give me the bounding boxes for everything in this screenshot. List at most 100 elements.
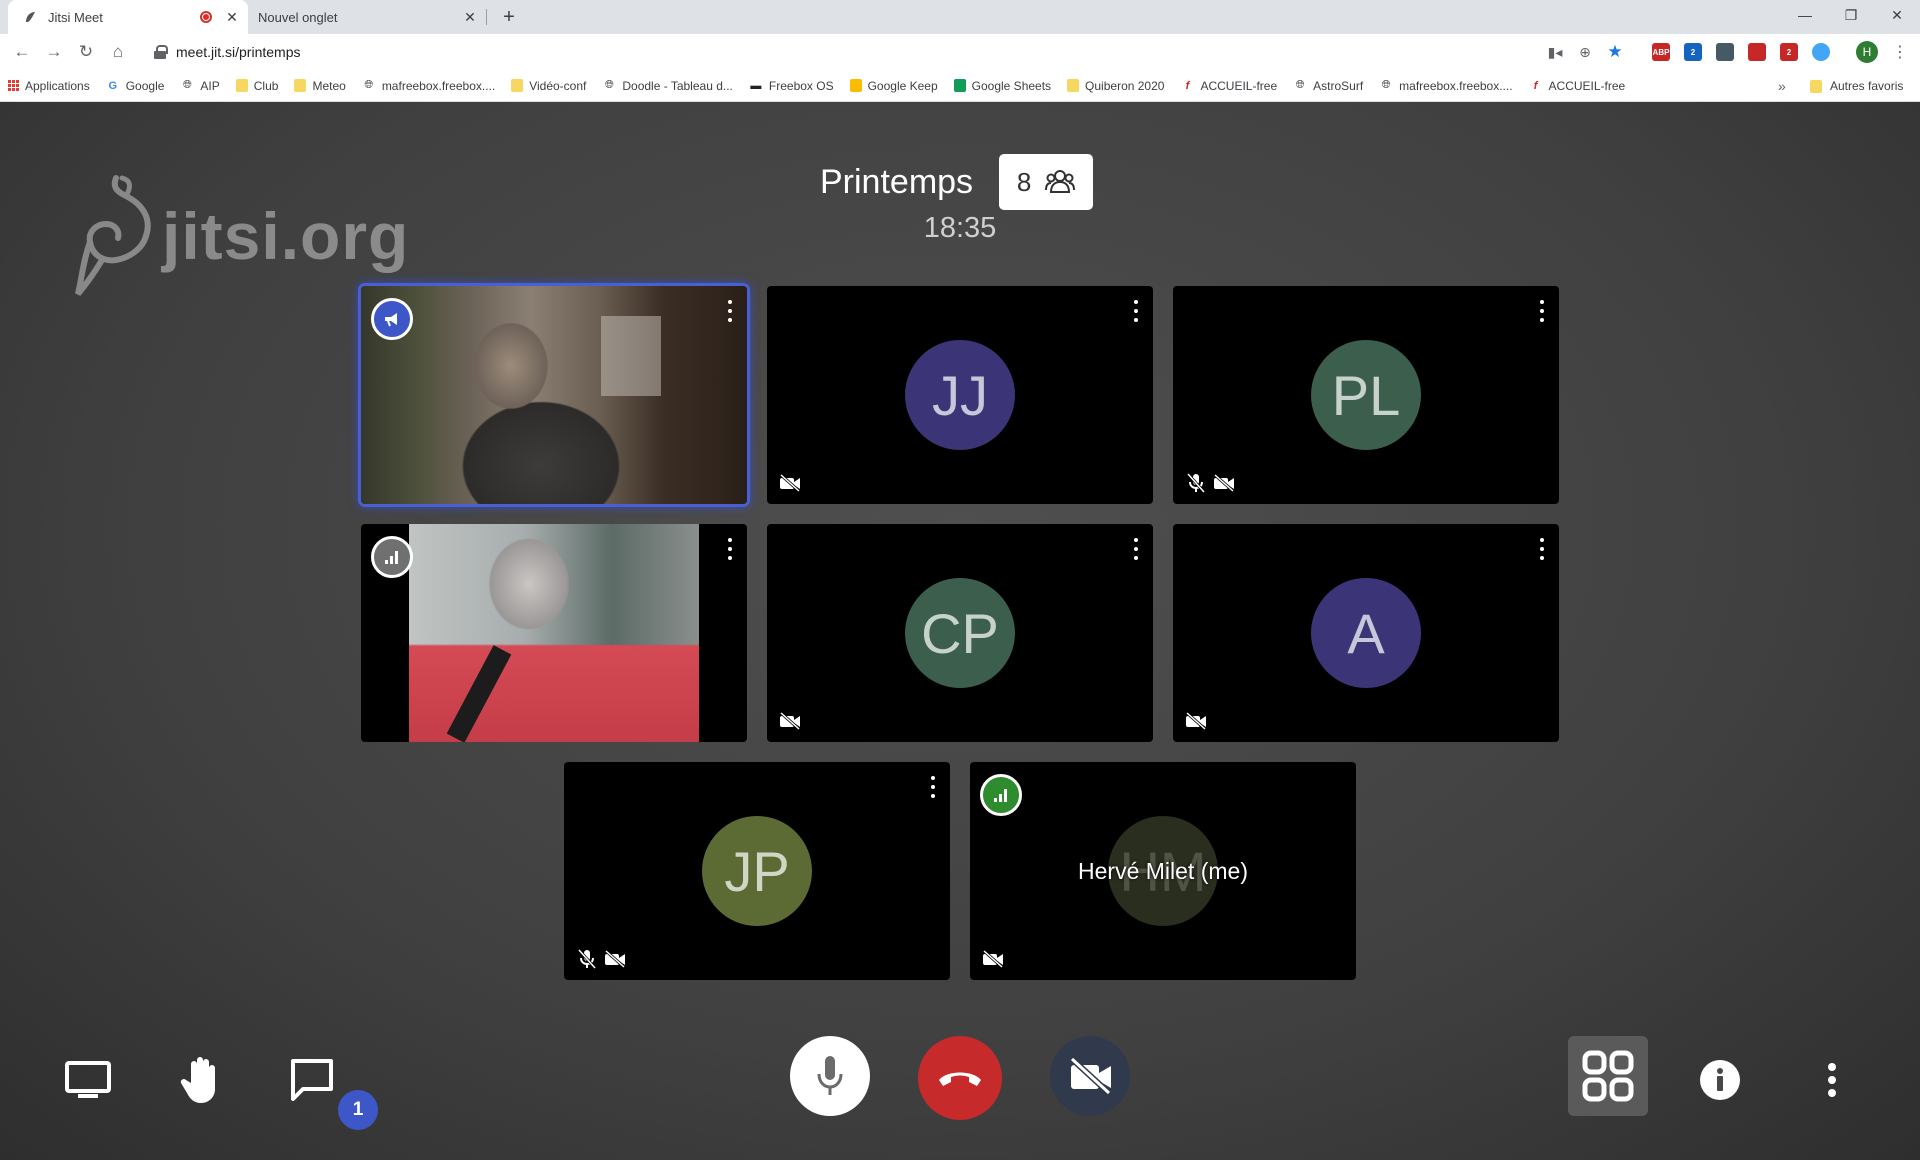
cloud-extension-icon[interactable] xyxy=(1812,43,1830,61)
free-icon: f xyxy=(1533,79,1538,92)
bookmark-accueil-free-2[interactable]: f ACCUEIL-free xyxy=(1529,79,1626,93)
bookmark-freebox-os[interactable]: ▬ Freebox OS xyxy=(749,79,833,93)
extension-2-icon[interactable]: 2 xyxy=(1684,43,1702,61)
raise-hand-button[interactable] xyxy=(170,1050,230,1110)
participant-tile-pl[interactable]: PL xyxy=(1173,286,1559,504)
address-bar[interactable]: meet.jit.si/printemps ▮◂ ⊕ ★ xyxy=(140,37,1630,67)
screen-share-button[interactable] xyxy=(58,1050,118,1110)
local-display-name[interactable]: Hervé Milet (me) xyxy=(970,858,1356,885)
bookmark-quiberon[interactable]: Quiberon 2020 xyxy=(1067,79,1164,93)
tab-title: Nouvel onglet xyxy=(258,9,338,25)
participant-tile-video-1[interactable] xyxy=(361,286,747,504)
info-button[interactable] xyxy=(1690,1050,1750,1110)
chat-icon xyxy=(291,1059,333,1101)
camera-toggle-button[interactable] xyxy=(1050,1036,1130,1116)
tile-menu-icon[interactable] xyxy=(928,776,938,798)
participant-tile-a[interactable]: A xyxy=(1173,524,1559,742)
bookmark-applications[interactable]: Applications xyxy=(8,79,90,93)
tile-menu-icon[interactable] xyxy=(1131,538,1141,560)
participant-tile-me[interactable]: HM Hervé Milet (me) xyxy=(970,762,1356,980)
home-icon[interactable]: ⌂ xyxy=(104,38,132,66)
participants-icon xyxy=(1045,170,1076,193)
zoom-icon[interactable]: ⊕ xyxy=(1570,44,1600,61)
close-window-icon[interactable]: ✕ xyxy=(1874,0,1920,30)
participant-tile-cp[interactable]: CP xyxy=(767,524,1153,742)
bookmark-accueil-free[interactable]: f ACCUEIL-free xyxy=(1180,79,1278,93)
mic-muted-icon xyxy=(576,948,598,970)
chrome-menu-icon[interactable]: ⋮ xyxy=(1890,40,1910,64)
camera-off-icon xyxy=(1069,1057,1112,1095)
recording-indicator-icon xyxy=(200,11,212,23)
hangup-button[interactable] xyxy=(918,1036,1002,1120)
tile-menu-icon[interactable] xyxy=(1131,300,1141,322)
avatar: A xyxy=(1311,578,1421,688)
meeting-subject: Printemps 8 xyxy=(820,154,1094,210)
camera-permission-icon[interactable]: ▮◂ xyxy=(1540,44,1570,61)
new-tab-button[interactable]: + xyxy=(496,4,522,30)
bookmark-mafreebox[interactable]: 🌐︎ mafreebox.freebox.... xyxy=(362,79,495,93)
bookmark-google-keep[interactable]: Google Keep xyxy=(849,79,938,93)
url-text[interactable]: meet.jit.si/printemps xyxy=(176,44,1630,60)
folder-icon xyxy=(1067,79,1080,92)
close-tab-icon[interactable]: ✕ xyxy=(222,7,242,27)
adblock-extension-icon[interactable]: ABP xyxy=(1652,43,1670,61)
profile-avatar[interactable]: H xyxy=(1856,41,1878,63)
extension-3-icon[interactable] xyxy=(1716,43,1734,61)
bookmarks-overflow-icon[interactable]: » xyxy=(1778,78,1786,94)
dominant-speaker-icon xyxy=(371,298,413,340)
participants-count-button[interactable]: 8 xyxy=(999,154,1094,210)
tile-menu-icon[interactable] xyxy=(1537,538,1547,560)
camera-off-icon xyxy=(1185,710,1207,732)
participant-video xyxy=(361,286,747,504)
participant-tile-video-2[interactable] xyxy=(361,524,747,742)
bookmark-meteo[interactable]: Meteo xyxy=(294,79,346,93)
more-actions-button[interactable] xyxy=(1802,1050,1862,1110)
reload-icon[interactable]: ↻ xyxy=(72,38,100,66)
folder-icon xyxy=(235,79,248,92)
globe-icon: 🌐︎ xyxy=(364,79,374,91)
close-tab-icon[interactable]: ✕ xyxy=(460,7,480,27)
tab-divider xyxy=(486,9,487,25)
bookmark-video-conf[interactable]: Vidéo-conf xyxy=(511,79,586,93)
tile-menu-icon[interactable] xyxy=(725,300,735,322)
raise-hand-icon xyxy=(180,1057,215,1103)
bookmark-other-favorites[interactable]: Autres favoris xyxy=(1810,70,1903,102)
mic-muted-icon xyxy=(1185,472,1207,494)
chat-unread-badge: 1 xyxy=(338,1090,378,1130)
extension-5-icon[interactable]: 2 xyxy=(1780,43,1798,61)
connection-quality-icon xyxy=(980,774,1022,816)
restore-icon[interactable]: ❐ xyxy=(1828,0,1874,30)
tab-jitsi-meet[interactable]: Jitsi Meet ✕ xyxy=(8,0,248,34)
google-icon: G xyxy=(108,79,117,92)
microphone-button[interactable] xyxy=(790,1036,870,1116)
participant-tile-jj[interactable]: JJ xyxy=(767,286,1153,504)
globe-icon: 🌐︎ xyxy=(1381,79,1391,91)
extension-4-icon[interactable] xyxy=(1748,43,1766,61)
bookmark-google[interactable]: G Google xyxy=(106,79,164,93)
connection-quality-icon xyxy=(371,536,413,578)
bookmark-mafreebox-2[interactable]: 🌐︎ mafreebox.freebox.... xyxy=(1379,79,1513,93)
forward-icon[interactable]: → xyxy=(40,38,68,66)
bookmark-doodle[interactable]: 🌐︎ Doodle - Tableau d... xyxy=(602,79,733,93)
tile-menu-icon[interactable] xyxy=(725,538,735,560)
tab-new-tab[interactable]: Nouvel onglet ✕ xyxy=(248,0,486,34)
bookmark-astrosurf[interactable]: 🌐︎ AstroSurf xyxy=(1293,79,1363,93)
bookmark-star-icon[interactable]: ★ xyxy=(1600,42,1630,62)
back-icon[interactable]: ← xyxy=(8,38,36,66)
chat-button[interactable] xyxy=(282,1050,342,1110)
minimize-icon[interactable]: — xyxy=(1782,0,1828,30)
bookmark-aip[interactable]: 🌐︎ AIP xyxy=(180,79,220,93)
jitsi-logo-icon xyxy=(75,175,151,296)
folder-icon xyxy=(1810,79,1822,93)
jitsi-watermark[interactable]: jitsi.org xyxy=(72,174,409,298)
globe-icon: 🌐︎ xyxy=(604,79,614,91)
tile-menu-icon[interactable] xyxy=(1537,300,1547,322)
participant-tile-jp[interactable]: JP xyxy=(564,762,950,980)
camera-off-icon xyxy=(982,948,1004,970)
lock-icon[interactable] xyxy=(154,45,168,59)
bookmark-google-sheets[interactable]: Google Sheets xyxy=(953,79,1051,93)
screen-share-icon xyxy=(65,1061,111,1098)
hangup-icon xyxy=(939,1072,981,1086)
bookmark-club[interactable]: Club xyxy=(235,79,278,93)
tile-view-button[interactable] xyxy=(1568,1036,1648,1116)
